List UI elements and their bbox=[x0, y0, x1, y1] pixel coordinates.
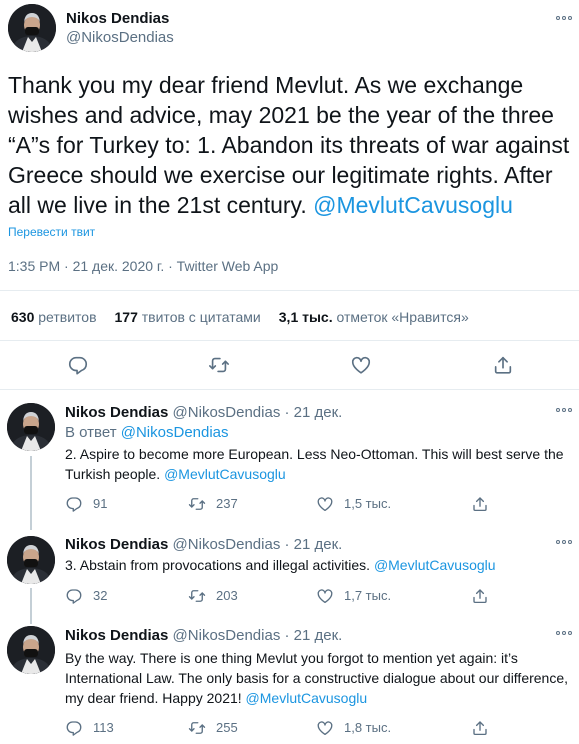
reply-icon[interactable] bbox=[67, 354, 89, 376]
reply-tweet[interactable]: Nikos Dendias @NikosDendias · 21 дек. В … bbox=[0, 390, 579, 516]
handle-date[interactable]: @NikosDendias · 21 дек. bbox=[173, 627, 343, 644]
avatar[interactable] bbox=[7, 536, 55, 584]
retweets-count: 630 bbox=[11, 309, 35, 325]
retweet-button[interactable]: 203 bbox=[188, 587, 238, 605]
quotes-label: твитов с цитатами bbox=[141, 309, 261, 325]
avatar[interactable] bbox=[7, 626, 55, 674]
like-button[interactable]: 1,8 тыс. bbox=[316, 719, 391, 737]
reply-header: Nikos Dendias @NikosDendias · 21 дек. bbox=[65, 404, 342, 422]
handle-date[interactable]: @NikosDendias · 21 дек. bbox=[173, 404, 343, 421]
like-icon bbox=[317, 589, 333, 604]
tweet-text: Thank you my dear friend Mevlut. As we e… bbox=[8, 70, 574, 220]
share-button[interactable] bbox=[471, 719, 489, 737]
retweet-icon bbox=[188, 590, 206, 602]
more-icon[interactable] bbox=[556, 13, 572, 23]
likes-count: 3,1 тыс. bbox=[278, 309, 333, 325]
handle-date[interactable]: @NikosDendias · 21 дек. bbox=[173, 536, 343, 553]
reply-icon bbox=[66, 497, 82, 512]
like-button[interactable]: 1,7 тыс. bbox=[316, 587, 391, 605]
like-count: 1,7 тыс. bbox=[344, 588, 392, 603]
mention-link[interactable]: @MevlutCavusoglu bbox=[246, 690, 368, 706]
tweet-stats: 630 ретвитов 177 твитов с цитатами 3,1 т… bbox=[11, 309, 469, 326]
retweet-count: 255 bbox=[216, 720, 238, 735]
reply-header: Nikos Dendias @NikosDendias · 21 дек. bbox=[65, 536, 342, 554]
reply-text: By the way. There is one thing Mevlut yo… bbox=[65, 648, 570, 708]
retweet-count: 203 bbox=[216, 588, 238, 603]
share-icon bbox=[473, 721, 487, 736]
avatar[interactable] bbox=[7, 403, 55, 451]
retweet-button[interactable]: 237 bbox=[188, 495, 238, 513]
author-name[interactable]: Nikos Dendias bbox=[65, 536, 168, 553]
retweets-label: ретвитов bbox=[38, 309, 97, 325]
reply-body: 2. Aspire to become more European. Less … bbox=[65, 446, 564, 482]
like-icon[interactable] bbox=[350, 354, 372, 376]
more-icon[interactable] bbox=[556, 628, 572, 638]
retweet-icon[interactable] bbox=[208, 354, 230, 376]
more-icon[interactable] bbox=[556, 537, 572, 547]
reply-actions: 32 203 1,7 тыс. bbox=[65, 587, 545, 607]
more-icon[interactable] bbox=[556, 405, 572, 415]
share-icon bbox=[473, 589, 487, 604]
author-name[interactable]: Nikos Dendias bbox=[65, 627, 168, 644]
reply-body: 3. Abstain from provocations and illegal… bbox=[65, 557, 371, 573]
reply-text: 3. Abstain from provocations and illegal… bbox=[65, 555, 565, 575]
in-reply-to: В ответ @NikosDendias bbox=[65, 424, 229, 442]
mention-link[interactable]: @MevlutCavusoglu bbox=[313, 192, 513, 218]
likes-label: отметок «Нравится» bbox=[336, 309, 469, 325]
quotes-count: 177 bbox=[114, 309, 138, 325]
reply-count: 91 bbox=[93, 496, 108, 511]
like-count: 1,5 тыс. bbox=[344, 496, 392, 511]
avatar[interactable] bbox=[8, 4, 56, 52]
main-actions bbox=[0, 354, 579, 378]
reply-tweet[interactable]: Nikos Dendias @NikosDendias · 21 дек. 3.… bbox=[0, 516, 579, 622]
share-icon bbox=[473, 497, 487, 512]
retweet-button[interactable]: 255 bbox=[188, 719, 238, 737]
reply-actions: 113 255 1,8 тыс. bbox=[65, 719, 545, 739]
like-button[interactable]: 1,5 тыс. bbox=[316, 495, 391, 513]
like-icon bbox=[317, 497, 333, 512]
reply-icon bbox=[66, 721, 82, 736]
thread-line bbox=[30, 622, 32, 624]
reply-actions: 91 237 1,5 тыс. bbox=[65, 495, 545, 515]
share-button[interactable] bbox=[471, 587, 489, 605]
retweet-icon bbox=[188, 722, 206, 734]
in-reply-label: В ответ bbox=[65, 424, 117, 441]
reply-count: 113 bbox=[93, 720, 114, 735]
retweet-icon bbox=[188, 498, 206, 510]
in-reply-handle[interactable]: @NikosDendias bbox=[121, 424, 229, 441]
like-icon bbox=[317, 721, 333, 736]
author-name[interactable]: Nikos Dendias bbox=[66, 10, 169, 28]
reply-icon bbox=[66, 589, 82, 604]
divider bbox=[0, 290, 579, 291]
reply-count: 32 bbox=[93, 588, 108, 603]
retweet-count: 237 bbox=[216, 496, 238, 511]
reply-button[interactable]: 113 bbox=[65, 719, 114, 737]
reply-text: 2. Aspire to become more European. Less … bbox=[65, 444, 565, 484]
mention-link[interactable]: @MevlutCavusoglu bbox=[374, 557, 496, 573]
mention-link[interactable]: @MevlutCavusoglu bbox=[164, 466, 286, 482]
thread-line bbox=[30, 456, 32, 516]
reply-button[interactable]: 91 bbox=[65, 495, 107, 513]
divider bbox=[0, 340, 579, 341]
share-button[interactable] bbox=[471, 495, 489, 513]
reply-header: Nikos Dendias @NikosDendias · 21 дек. bbox=[65, 627, 342, 645]
translate-tweet-link[interactable]: Перевести твит bbox=[8, 225, 95, 239]
quotes-stat[interactable]: 177 твитов с цитатами bbox=[115, 309, 261, 326]
author-handle[interactable]: @NikosDendias bbox=[66, 29, 174, 47]
reply-button[interactable]: 32 bbox=[65, 587, 107, 605]
tweet-meta[interactable]: 1:35 PM · 21 дек. 2020 г. · Twitter Web … bbox=[8, 258, 278, 275]
retweets-stat[interactable]: 630 ретвитов bbox=[11, 309, 97, 326]
share-icon[interactable] bbox=[492, 354, 514, 376]
likes-stat[interactable]: 3,1 тыс. отметок «Нравится» bbox=[279, 309, 469, 326]
reply-tweet[interactable]: Nikos Dendias @NikosDendias · 21 дек. By… bbox=[0, 622, 579, 744]
thread-line bbox=[30, 516, 32, 530]
thread-line bbox=[30, 588, 32, 622]
author-name[interactable]: Nikos Dendias bbox=[65, 404, 168, 421]
like-count: 1,8 тыс. bbox=[344, 720, 392, 735]
